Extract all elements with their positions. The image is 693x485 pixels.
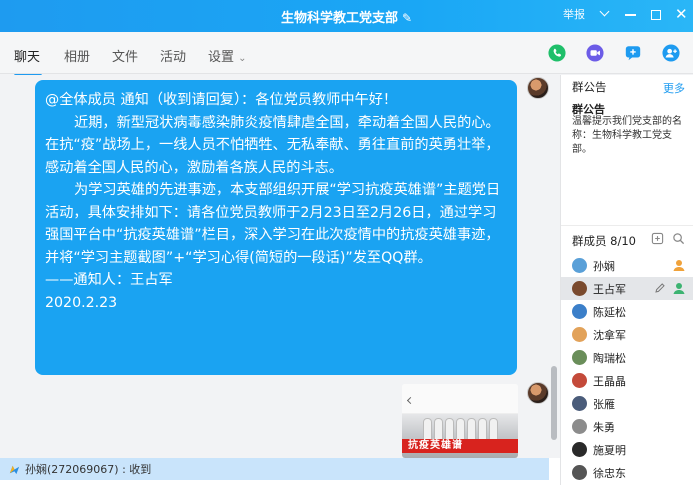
member-name: 施夏明 [593, 443, 626, 457]
tab-chat-label: 聊天 [14, 50, 41, 65]
tab-files[interactable]: 文件 [112, 46, 138, 77]
member-name: 陶瑞松 [593, 351, 626, 365]
admin-badge-icon [673, 283, 685, 294]
qq-penguin-icon [9, 465, 20, 474]
back-arrow-icon [406, 396, 415, 405]
image-message[interactable]: 抗疫英雄谱 [402, 384, 518, 458]
chevron-down-icon: ⌄ [238, 53, 247, 64]
latest-message-text: 孙娴(272069067) : 收到 [25, 463, 152, 476]
video-icon [586, 44, 604, 62]
chat-plus-icon [625, 46, 641, 61]
avatar [572, 465, 587, 480]
minimize-button[interactable] [625, 8, 637, 20]
tab-bar: 聊天 相册 文件 活动 设置 ⌄ [0, 32, 693, 74]
member-name: 沈拿军 [593, 328, 626, 342]
tab-files-label: 文件 [112, 50, 139, 65]
member-row[interactable]: 陶瑞松 [561, 346, 693, 369]
tab-chat[interactable]: 聊天 [14, 46, 42, 77]
member-row[interactable]: 朱勇 [561, 415, 693, 438]
report-link[interactable]: 举报 [563, 6, 585, 22]
member-name: 朱勇 [593, 420, 615, 434]
image-header [402, 384, 518, 414]
member-name: 陈延松 [593, 305, 626, 319]
edit-name-icon[interactable]: ✎ [402, 11, 412, 25]
member-row[interactable]: 施夏明 [561, 438, 693, 461]
search-icon[interactable] [672, 232, 685, 245]
latest-message-bar[interactable]: 孙娴(272069067) : 收到 [0, 458, 549, 480]
tab-settings-label: 设置 [208, 50, 235, 65]
tab-settings[interactable]: 设置 ⌄ [208, 46, 246, 77]
group-sidebar: 群公告 更多 群公告 温馨提示我们党支部的名称：生物科学教工党支部。 群成员 8… [560, 75, 693, 485]
close-button[interactable]: ✕ [675, 7, 688, 22]
member-name: 孙娴 [593, 259, 615, 273]
message-date: 2020.2.23 [45, 294, 118, 311]
member-name: 张雁 [593, 397, 615, 411]
chevron-down-icon[interactable] [599, 8, 611, 20]
member-name: 徐忠东 [593, 466, 626, 480]
tab-album[interactable]: 相册 [64, 46, 90, 77]
avatar [572, 281, 587, 296]
voice-call-button[interactable] [545, 41, 569, 65]
member-row[interactable]: 张雁 [561, 392, 693, 415]
more-link[interactable]: 更多 [663, 80, 685, 96]
image-banner: 抗疫英雄谱 [402, 439, 518, 453]
message-signature: ——通知人：王占军 [45, 272, 173, 288]
add-member-icon[interactable] [651, 232, 664, 245]
message-bubble[interactable]: @全体成员 通知（收到请回复）：各位党员教师中午好！ 近期，新型冠状病毒感染肺炎… [35, 80, 517, 375]
avatar [572, 442, 587, 457]
member-row[interactable]: 陈延松 [561, 300, 693, 323]
message-paragraph: 近期，新型冠状病毒感染肺炎疫情肆虐全国，牵动着全国人民的心。在抗“疫”战场上，一… [45, 114, 500, 176]
invite-member-button[interactable] [659, 41, 683, 65]
tab-activity-label: 活动 [160, 50, 187, 65]
divider [561, 225, 693, 226]
group-name: 生物科学教工党支部 [280, 11, 398, 26]
edit-icon[interactable] [654, 282, 666, 294]
add-user-icon [662, 44, 680, 62]
member-row[interactable]: 徐忠东 [561, 461, 693, 484]
sender-avatar[interactable] [527, 382, 549, 404]
member-row[interactable]: 王晶晶 [561, 369, 693, 392]
member-row[interactable]: 孙娴 [561, 254, 693, 277]
announcement-header: 群公告 [572, 80, 607, 94]
chat-scrollbar[interactable] [551, 366, 557, 440]
member-row[interactable]: 王占军 [561, 277, 693, 300]
sender-avatar[interactable] [527, 77, 549, 99]
avatar [572, 419, 587, 434]
avatar [572, 327, 587, 342]
avatar [572, 258, 587, 273]
member-name: 王晶晶 [593, 374, 626, 388]
message-paragraph: 为学习英雄的先进事迹，本支部组织开展“学习抗疫英雄谱”主题党日活动，具体安排如下… [45, 182, 501, 266]
bottom-strip [0, 480, 560, 485]
member-name: 王占军 [593, 282, 626, 296]
members-header: 群成员 8/10 [572, 234, 636, 248]
avatar [572, 304, 587, 319]
notice-body[interactable]: 温馨提示我们党支部的名称：生物科学教工党支部。 [572, 115, 690, 157]
video-call-button[interactable] [583, 41, 607, 65]
member-row[interactable]: 沈拿军 [561, 323, 693, 346]
message-header: @全体成员 通知（收到请回复）：各位党员教师中午好！ [45, 92, 398, 108]
chat-area[interactable]: @全体成员 通知（收到请回复）：各位党员教师中午好！ 近期，新型冠状病毒感染肺炎… [0, 75, 560, 458]
avatar [572, 350, 587, 365]
title-bar: 生物科学教工党支部 ✎ 举报 ✕ [0, 0, 693, 32]
group-message-button[interactable] [621, 41, 645, 65]
maximize-button[interactable] [651, 9, 661, 20]
owner-badge-icon [673, 260, 685, 271]
avatar [572, 373, 587, 388]
phone-icon [548, 44, 566, 62]
member-list[interactable]: 孙娴 王占军 陈延松 沈拿军 陶瑞松 王晶晶 张雁 朱勇 施夏明 徐忠东 [561, 254, 693, 484]
tab-album-label: 相册 [64, 50, 91, 65]
avatar [572, 396, 587, 411]
tab-activity[interactable]: 活动 [160, 46, 186, 77]
